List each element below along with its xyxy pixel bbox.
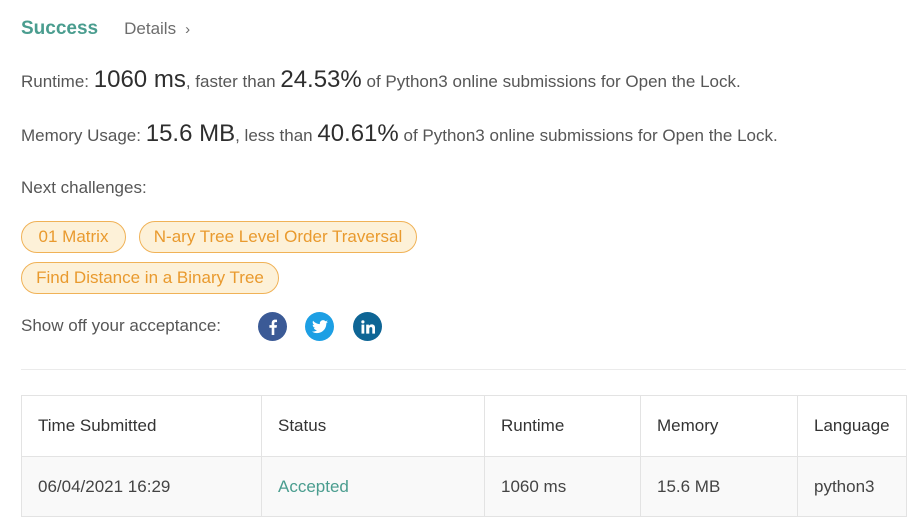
challenge-chip[interactable]: N-ary Tree Level Order Traversal [139, 221, 417, 253]
memory-percent: 40.61% [317, 120, 399, 147]
challenge-chip[interactable]: Find Distance in a Binary Tree [21, 262, 279, 294]
chevron-right-icon: › [185, 20, 191, 38]
memory-suffix: of Python3 online submissions for Open t… [403, 126, 778, 145]
details-label: Details [124, 19, 177, 38]
submissions-table: Time Submitted Status Runtime Memory Lan… [21, 395, 907, 517]
memory-mid-text: , less than [235, 126, 313, 145]
linkedin-icon [360, 319, 375, 334]
divider [21, 369, 906, 370]
memory-stat: Memory Usage: 15.6 MB, less than 40.61% … [21, 120, 778, 148]
facebook-share-button[interactable] [258, 312, 287, 341]
cell-memory: 15.6 MB [640, 456, 798, 517]
linkedin-share-button[interactable] [353, 312, 382, 341]
column-header-status: Status [261, 395, 485, 457]
share-label: Show off your acceptance: [21, 316, 222, 335]
cell-language: python3 [797, 456, 907, 517]
result-header: Success Details › [21, 17, 190, 41]
twitter-icon [311, 319, 328, 334]
details-link[interactable]: Details › [124, 19, 190, 39]
runtime-stat: Runtime: 1060 ms, faster than 24.53% of … [21, 66, 741, 94]
column-header-runtime: Runtime [484, 395, 641, 457]
challenge-chip[interactable]: 01 Matrix [21, 221, 126, 253]
column-header-time: Time Submitted [21, 395, 262, 457]
twitter-share-button[interactable] [305, 312, 334, 341]
memory-label: Memory Usage: [21, 126, 141, 145]
runtime-percent: 24.53% [280, 66, 362, 93]
runtime-mid-text: , faster than [185, 72, 276, 91]
facebook-icon [266, 319, 280, 335]
column-header-memory: Memory [640, 395, 798, 457]
cell-runtime: 1060 ms [484, 456, 641, 517]
runtime-value: 1060 ms [93, 66, 186, 93]
table-row: 06/04/2021 16:29 Accepted 1060 ms 15.6 M… [21, 456, 907, 517]
submission-status: Success [21, 18, 99, 39]
cell-status-link[interactable]: Accepted [261, 456, 485, 517]
cell-time: 06/04/2021 16:29 [21, 456, 262, 517]
table-header-row: Time Submitted Status Runtime Memory Lan… [21, 395, 907, 457]
runtime-suffix: of Python3 online submissions for Open t… [366, 72, 741, 91]
next-challenges-label: Next challenges: [21, 178, 147, 197]
memory-value: 15.6 MB [145, 120, 236, 147]
runtime-label: Runtime: [21, 72, 90, 91]
column-header-language: Language [797, 395, 907, 457]
